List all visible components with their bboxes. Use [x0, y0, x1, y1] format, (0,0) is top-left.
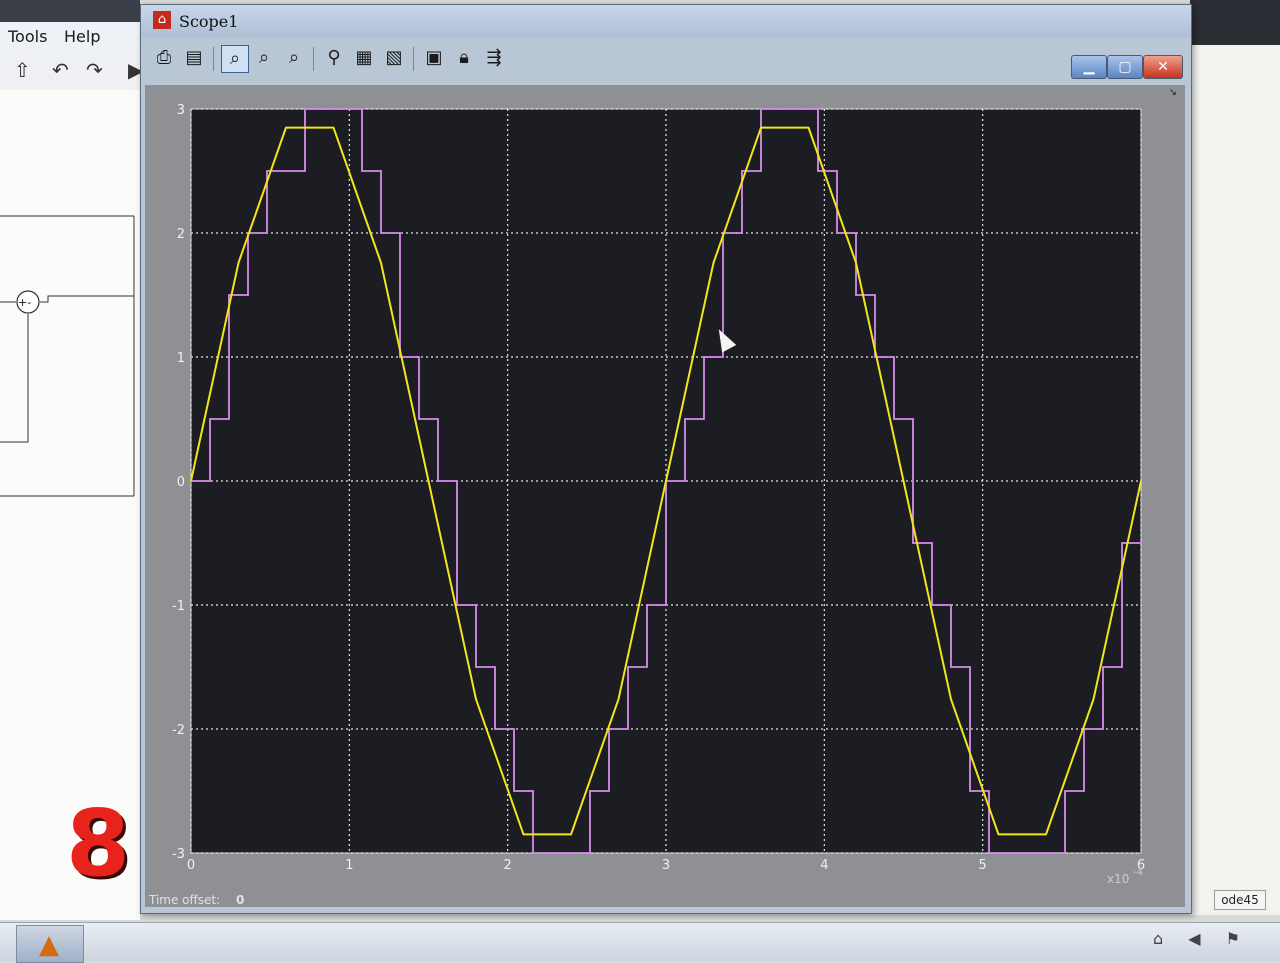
matlab-logo-icon: ▲: [39, 930, 59, 960]
redo-icon[interactable]: ↷: [86, 58, 103, 82]
lock-icon[interactable]: 🔒︎: [451, 45, 477, 71]
y-tick-label: 1: [177, 351, 185, 366]
toolbar-separator: [313, 47, 314, 71]
save-axes-icon[interactable]: ▦: [351, 45, 377, 71]
matlab-taskbar-button[interactable]: ▲: [16, 925, 84, 963]
parameters-icon[interactable]: ▤: [181, 45, 207, 71]
system-tray: ⌂ ◀ ⚑: [1153, 929, 1250, 948]
background-window-titlebar: [0, 0, 140, 22]
y-tick-label: 0: [177, 475, 185, 490]
zoom-x-icon[interactable]: ⌕: [251, 45, 277, 71]
maximize-button[interactable]: ▢: [1107, 55, 1143, 79]
solver-status: ode45: [1214, 890, 1266, 910]
flag-icon[interactable]: ⚑: [1226, 929, 1250, 948]
scope-plot[interactable]: 0 1 2 3 4 5 6-3-2-10123x10 -4: [145, 85, 1185, 885]
up-arrow-icon[interactable]: ⇧: [14, 58, 31, 82]
x-tick-label: 4: [820, 858, 828, 873]
overlay-number: 8: [66, 790, 131, 897]
menu-help[interactable]: Help: [64, 27, 100, 46]
restore-axes-icon[interactable]: ▧: [381, 45, 407, 71]
x-exponent-label: x10: [1107, 872, 1129, 885]
zoom-icon[interactable]: ⌕: [221, 45, 249, 73]
autoscale-icon[interactable]: ⚲: [321, 45, 347, 71]
time-offset-value: 0: [236, 893, 245, 907]
minimize-button[interactable]: ▁: [1071, 55, 1107, 79]
print-icon[interactable]: ⎙: [151, 45, 177, 71]
y-tick-label: 2: [177, 227, 185, 242]
y-tick-label: 3: [177, 103, 185, 118]
scope-titlebar[interactable]: ⌂ Scope1: [141, 5, 1191, 37]
x-exponent-power: -4: [1133, 867, 1143, 878]
scope-plot-area: ↘ 0 1 2 3 4 5 6 -3 -2 -1 0 1 2 3 x10 -4 Time offset: 0: [145, 85, 1185, 907]
zoom-y-icon[interactable]: ⌕: [281, 45, 307, 71]
signal-selection-icon[interactable]: ⇶: [481, 45, 507, 71]
taskbar: ▲ ⌂ ◀ ⚑: [0, 922, 1280, 963]
x-tick-label: 1: [345, 858, 353, 873]
y-tick-label: -2: [172, 723, 185, 738]
x-tick-label: 0: [187, 858, 195, 873]
menu-tools[interactable]: Tools: [8, 27, 47, 46]
network-icon[interactable]: ⌂: [1153, 929, 1173, 948]
time-offset-label: Time offset:: [149, 893, 221, 907]
x-tick-label: 3: [662, 858, 670, 873]
scope-toolbar: ⎙ ▤ ⌕ ⌕ ⌕ ⚲ ▦ ▧ ▣ 🔒︎ ⇶: [147, 41, 567, 77]
background-toolbar: ⇧ ↶ ↷ ▶: [0, 50, 150, 91]
scope-window[interactable]: ⌂ Scope1 ⎙ ▤ ⌕ ⌕ ⌕ ⚲ ▦ ▧ ▣ 🔒︎ ⇶ ▁ ▢ ✕ ↘ …: [140, 4, 1192, 914]
floating-scope-icon[interactable]: ▣: [421, 45, 447, 71]
time-offset: Time offset: 0: [149, 893, 244, 907]
y-tick-label: -3: [172, 847, 185, 862]
close-button[interactable]: ✕: [1143, 55, 1183, 79]
volume-icon[interactable]: ◀: [1188, 929, 1210, 948]
x-tick-label: 2: [504, 858, 512, 873]
background-dark-corner: [1190, 0, 1280, 45]
x-tick-label: 5: [979, 858, 987, 873]
background-right-panel: [1190, 45, 1280, 915]
scope-title: Scope1: [179, 12, 239, 31]
model-diagram: +-: [0, 215, 135, 497]
background-menubar: Tools Help: [0, 22, 150, 51]
matlab-logo-icon: ⌂: [153, 11, 171, 29]
toolbar-separator: [213, 47, 214, 71]
svg-text:+-: +-: [18, 296, 31, 309]
toolbar-separator: [413, 47, 414, 71]
undo-icon[interactable]: ↶: [52, 58, 69, 82]
y-tick-label: -1: [172, 599, 185, 614]
